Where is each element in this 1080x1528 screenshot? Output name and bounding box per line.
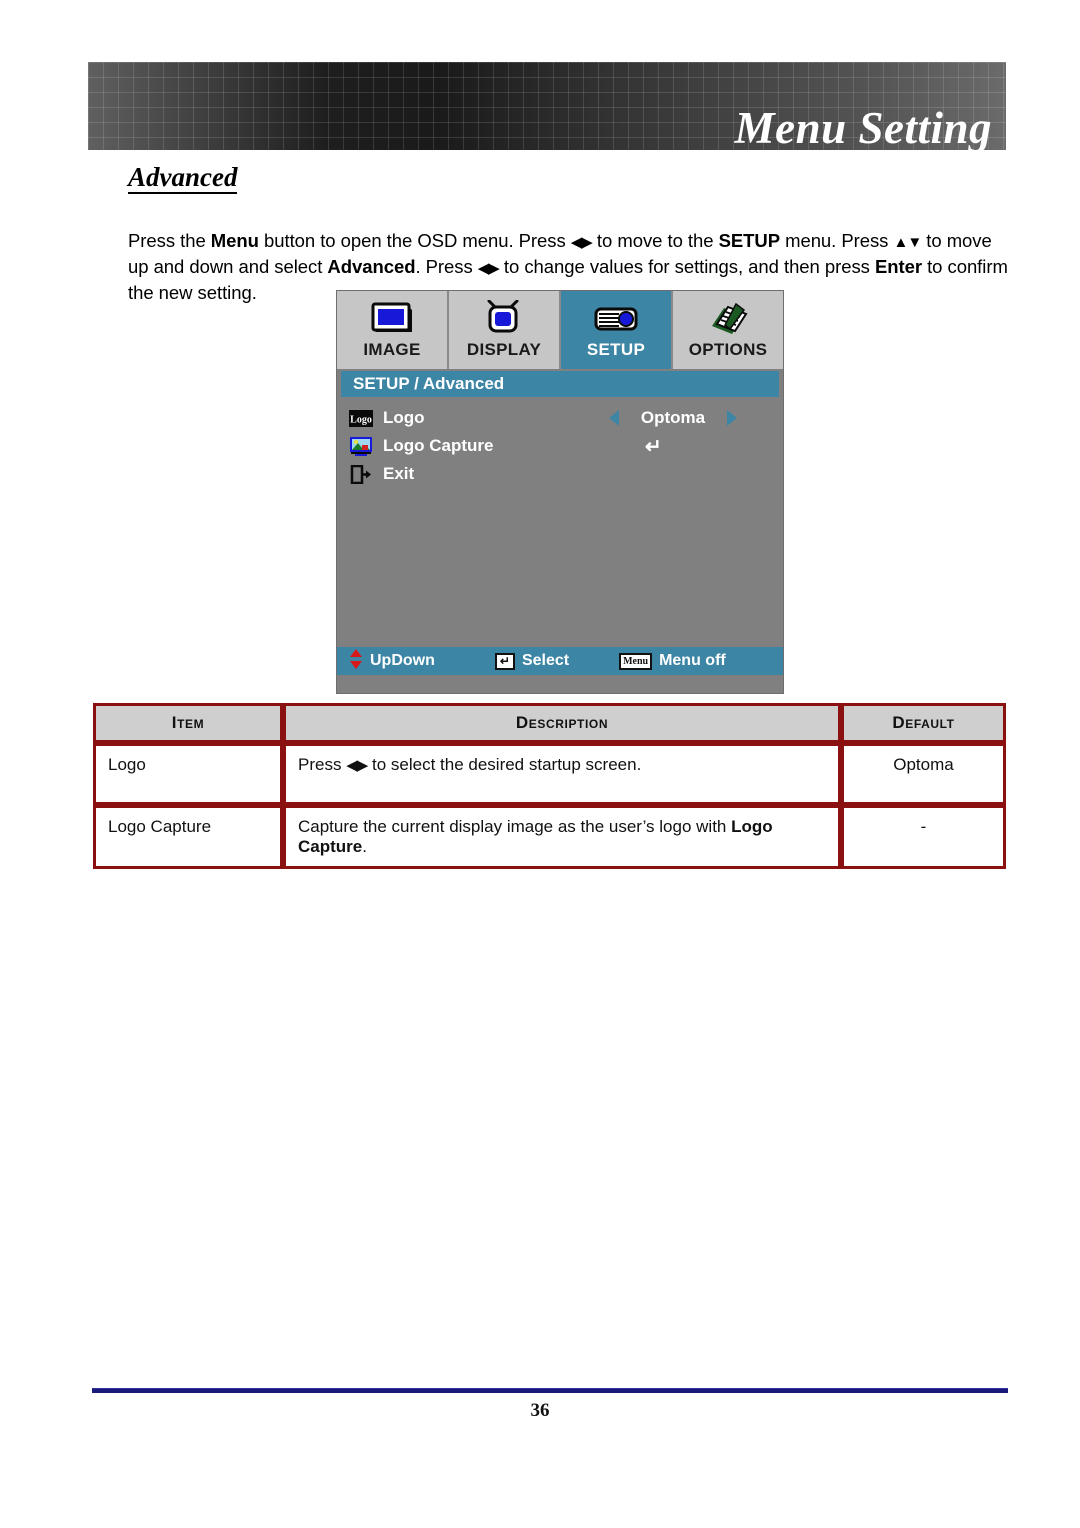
osd-tab-setup[interactable]: SETUP bbox=[561, 291, 673, 369]
cell-desc-capture-pre: Capture the current display image as the… bbox=[298, 817, 732, 836]
intro-bold-advanced: Advanced bbox=[327, 255, 416, 277]
osd-item-exit[interactable]: Exit bbox=[337, 461, 783, 487]
table-header-default: Default bbox=[841, 703, 1006, 743]
up-down-arrows-icon bbox=[349, 648, 363, 674]
table-row: Logo Press ◀▶ to select the desired star… bbox=[93, 743, 1006, 805]
chevron-left-icon[interactable] bbox=[609, 410, 619, 426]
intro-text-3: to move to the bbox=[591, 229, 719, 251]
table-header-row: Item Description Default bbox=[93, 703, 1006, 743]
tv-icon bbox=[482, 298, 526, 340]
osd-logo-value: Optoma bbox=[640, 408, 706, 427]
intro-bold-enter: Enter bbox=[874, 255, 922, 277]
cell-item-logo-capture: Logo Capture bbox=[93, 805, 283, 869]
osd-footer-hints: UpDown ↵ Select Menu Menu off bbox=[337, 647, 783, 675]
section-heading: Advanced bbox=[128, 163, 238, 195]
cell-desc-capture-tail: . bbox=[362, 837, 367, 856]
osd-tab-image-label: IMAGE bbox=[363, 340, 421, 359]
exit-door-icon bbox=[349, 464, 373, 484]
cell-desc-logo-capture: Capture the current display image as the… bbox=[283, 805, 841, 869]
page-title: Menu Setting bbox=[734, 103, 992, 150]
cell-desc-logo: Press ◀▶ to select the desired startup s… bbox=[283, 743, 841, 805]
cell-default-logo: Optoma bbox=[841, 743, 1006, 805]
logo-capture-icon bbox=[349, 436, 373, 456]
monitor-icon bbox=[370, 298, 414, 340]
osd-logo-capture-control[interactable]: ↵ bbox=[609, 433, 662, 459]
osd-item-list: Logo Logo Optoma Logo Capture ↵ Exit UpD… bbox=[337, 397, 783, 675]
cell-desc-logo-post: to select the desired startup screen. bbox=[367, 755, 642, 774]
settings-table: Item Description Default Logo Press ◀▶ t… bbox=[93, 703, 1006, 869]
osd-hint-menu-off: Menu Menu off bbox=[619, 652, 726, 670]
cell-default-logo-capture: - bbox=[841, 805, 1006, 869]
logo-box-icon: Logo bbox=[349, 409, 373, 428]
osd-tab-setup-label: SETUP bbox=[586, 340, 646, 359]
osd-breadcrumb: SETUP / Advanced bbox=[341, 371, 779, 397]
osd-hint-select-label: Select bbox=[521, 652, 570, 669]
svg-text:Logo: Logo bbox=[350, 414, 372, 425]
table-header-description: Description bbox=[283, 703, 841, 743]
chevron-right-icon[interactable] bbox=[727, 410, 737, 426]
osd-hint-menu-off-label: Menu off bbox=[659, 652, 726, 669]
table-header-item: Item bbox=[93, 703, 283, 743]
left-right-arrows-icon-2: ◀▶ bbox=[477, 259, 500, 277]
osd-hint-updown: UpDown bbox=[349, 648, 435, 674]
document-pencil-icon bbox=[706, 298, 750, 340]
osd-item-logo-capture[interactable]: Logo Capture ↵ bbox=[337, 433, 783, 459]
projector-icon bbox=[592, 298, 640, 340]
osd-item-exit-label: Exit bbox=[383, 464, 415, 483]
osd-logo-value-control[interactable]: Optoma bbox=[609, 405, 737, 431]
osd-item-logo-capture-label: Logo Capture bbox=[383, 436, 494, 455]
enter-key-icon: ↵ bbox=[494, 652, 515, 670]
intro-text-1: Press the bbox=[128, 229, 211, 251]
footer-divider bbox=[92, 1388, 1008, 1393]
table-row: Logo Capture Capture the current display… bbox=[93, 805, 1006, 869]
page-header-banner: Menu Setting bbox=[88, 62, 1006, 150]
osd-tab-display-label: DISPLAY bbox=[466, 340, 542, 359]
osd-hint-select: ↵ Select bbox=[494, 652, 570, 670]
up-down-arrows-icon: ▲▼ bbox=[893, 233, 922, 251]
osd-tab-display[interactable]: DISPLAY bbox=[449, 291, 561, 369]
osd-menu-panel: IMAGE DISPLAY SETUP OPTIONS SETUP / Adva… bbox=[336, 290, 784, 694]
intro-text-7: to change values for settings, and then … bbox=[498, 255, 875, 277]
intro-text-2: button to open the OSD menu. Press bbox=[258, 229, 571, 251]
osd-tab-options-label: OPTIONS bbox=[688, 340, 768, 359]
page-number: 36 bbox=[530, 1400, 550, 1421]
osd-hint-updown-label: UpDown bbox=[370, 652, 435, 669]
osd-tab-options[interactable]: OPTIONS bbox=[673, 291, 783, 369]
menu-key-icon: Menu bbox=[619, 652, 653, 670]
intro-bold-setup: SETUP bbox=[718, 229, 780, 251]
cell-item-logo: Logo bbox=[93, 743, 283, 805]
intro-bold-menu: Menu bbox=[210, 229, 259, 251]
osd-tab-bar: IMAGE DISPLAY SETUP OPTIONS bbox=[337, 291, 783, 369]
osd-tab-image[interactable]: IMAGE bbox=[337, 291, 449, 369]
cell-desc-logo-pre: Press bbox=[298, 755, 347, 774]
osd-item-logo-label: Logo bbox=[383, 408, 425, 427]
osd-item-logo[interactable]: Logo Logo Optoma bbox=[337, 405, 783, 431]
enter-arrow-icon: ↵ bbox=[645, 435, 662, 458]
left-right-arrows-icon: ◀▶ bbox=[346, 757, 368, 774]
intro-text-4: menu. Press bbox=[780, 229, 894, 251]
intro-text-6: . Press bbox=[415, 255, 478, 277]
left-right-arrows-icon: ◀▶ bbox=[570, 233, 593, 251]
